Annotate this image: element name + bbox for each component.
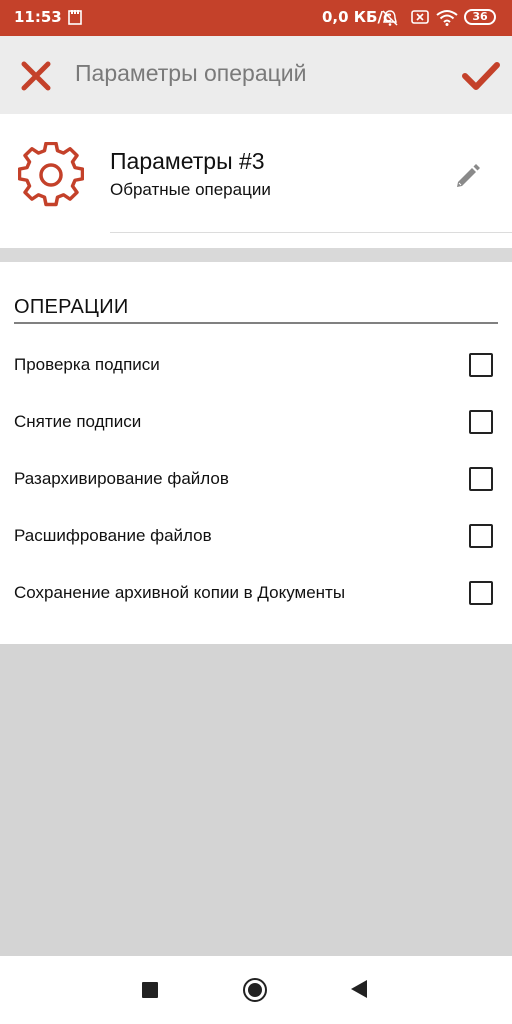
operation-row-verify-signature[interactable]: Проверка подписи (0, 340, 512, 396)
pencil-icon (457, 164, 480, 187)
confirm-button[interactable] (460, 58, 502, 94)
profile-card: Параметры #3 Обратные операции (0, 114, 512, 248)
battery-icon: 36 (464, 9, 496, 25)
alarm-off-icon (381, 9, 399, 31)
operation-row-unarchive-files[interactable]: Разархивирование файлов (0, 454, 512, 510)
operation-label: Сохранение архивной копии в Документы (14, 583, 346, 602)
divider (110, 232, 512, 233)
operation-checkbox[interactable] (469, 410, 493, 434)
toolbar: Параметры операций (0, 36, 512, 114)
section-title: ОПЕРАЦИИ (14, 296, 129, 318)
status-time: 11:53 (14, 8, 62, 26)
close-button[interactable] (18, 58, 54, 94)
profile-description: Обратные операции (110, 180, 271, 199)
operation-label: Расшифрование файлов (14, 526, 212, 545)
operation-label: Разархивирование файлов (14, 469, 229, 488)
operation-checkbox[interactable] (469, 524, 493, 548)
back-icon[interactable] (351, 980, 367, 998)
navigation-bar (0, 956, 512, 1024)
status-bar: 11:53 0,0 КБ/с 36 (0, 0, 512, 36)
close-icon (21, 61, 51, 91)
wifi-icon (436, 9, 458, 30)
section-divider (14, 322, 498, 324)
operation-row-remove-signature[interactable]: Снятие подписи (0, 397, 512, 453)
app-screen: 11:53 0,0 КБ/с 36 Параметры операций Пар… (0, 0, 512, 1024)
operation-checkbox[interactable] (469, 581, 493, 605)
home-icon[interactable] (243, 978, 267, 1002)
operations-section: ОПЕРАЦИИ Проверка подписи Снятие подписи… (0, 262, 512, 644)
operation-label: Снятие подписи (14, 412, 142, 431)
sim-icon (68, 9, 82, 29)
operation-row-decrypt-files[interactable]: Расшифрование файлов (0, 511, 512, 567)
operation-checkbox[interactable] (469, 353, 493, 377)
operation-checkbox[interactable] (469, 467, 493, 491)
profile-name: Параметры #3 (110, 148, 265, 174)
operation-label: Проверка подписи (14, 355, 160, 374)
section-separator (0, 248, 512, 262)
edit-button[interactable] (452, 160, 484, 192)
page-title: Параметры операций (75, 60, 307, 86)
gear-icon (17, 141, 85, 212)
check-icon (462, 62, 500, 90)
operation-row-save-archive-copy[interactable]: Сохранение архивной копии в Документы (0, 568, 512, 624)
card-icon (411, 9, 429, 29)
recent-apps-icon[interactable] (142, 982, 158, 998)
